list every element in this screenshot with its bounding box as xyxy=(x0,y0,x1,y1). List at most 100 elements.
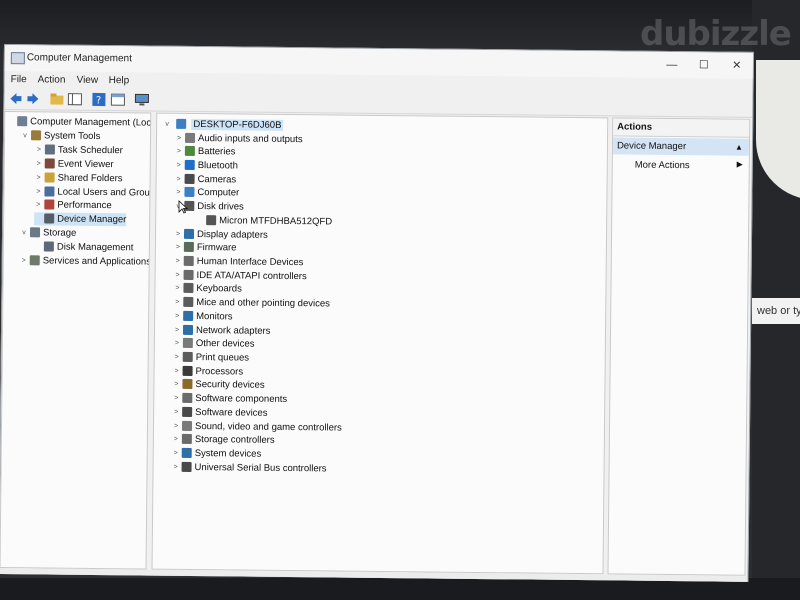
device-category[interactable]: > Network adapters xyxy=(173,323,271,337)
device-category[interactable]: > System devices xyxy=(172,447,262,461)
display-adapter-icon xyxy=(183,228,195,239)
device-category[interactable]: > Mice and other pointing devices xyxy=(173,296,330,311)
device-item[interactable]: Micron MTFDHBA512QFD xyxy=(196,214,332,228)
device-category[interactable]: > Storage controllers xyxy=(172,433,275,447)
help-icon[interactable]: ? xyxy=(91,92,106,107)
console-tree-item[interactable]: > Shared Folders xyxy=(35,171,123,185)
expand-arrow-icon[interactable]: > xyxy=(173,351,181,364)
collapse-caret-icon[interactable]: ▲ xyxy=(735,139,743,156)
device-category[interactable]: > Audio inputs and outputs xyxy=(175,131,303,145)
expand-arrow-icon[interactable]: > xyxy=(35,171,43,184)
device-category[interactable]: > Software components xyxy=(172,392,287,406)
menu-file[interactable]: File xyxy=(11,74,27,85)
device-category[interactable]: > Display adapters xyxy=(174,227,268,241)
expand-arrow-icon[interactable]: > xyxy=(172,378,180,391)
expand-arrow-icon[interactable]: > xyxy=(173,337,181,350)
expand-arrow-icon[interactable]: > xyxy=(175,172,183,185)
expand-arrow-icon[interactable]: > xyxy=(173,365,181,378)
disk-drive-icon xyxy=(206,214,217,226)
expand-arrow-icon[interactable]: > xyxy=(174,255,182,268)
device-category[interactable]: > Firmware xyxy=(174,241,237,255)
console-tree-item[interactable]: > Performance xyxy=(34,199,112,213)
console-tree-item[interactable]: > Task Scheduler xyxy=(35,143,123,157)
tree-item-label: Software devices xyxy=(195,406,268,419)
device-category[interactable]: > Print queues xyxy=(173,351,249,365)
battery-icon xyxy=(184,146,195,157)
expand-arrow-icon[interactable]: > xyxy=(174,186,182,199)
console-tree-item[interactable]: Disk Management xyxy=(34,240,134,254)
expand-arrow-icon[interactable]: > xyxy=(34,199,42,212)
expand-arrow-icon[interactable]: > xyxy=(172,406,180,419)
expand-arrow-icon[interactable]: > xyxy=(174,268,182,281)
collapse-arrow-icon[interactable]: v xyxy=(163,118,171,131)
expand-arrow-icon[interactable]: > xyxy=(174,227,182,240)
expand-arrow-icon[interactable]: > xyxy=(172,433,180,446)
device-category[interactable]: > Computer xyxy=(174,186,239,200)
device-category[interactable]: > Human Interface Devices xyxy=(174,255,304,269)
collapse-arrow-icon[interactable]: v xyxy=(20,226,28,239)
tree-item-label: Computer Management (Local) xyxy=(30,116,152,129)
monitor-icon[interactable] xyxy=(134,92,149,107)
expand-arrow-icon[interactable]: > xyxy=(35,143,43,156)
tree-item-label: Storage xyxy=(42,227,77,239)
menu-help[interactable]: Help xyxy=(109,75,130,86)
console-tree-item[interactable]: > Event Viewer xyxy=(35,157,114,171)
expand-arrow-icon[interactable]: > xyxy=(175,159,183,172)
expand-arrow-icon[interactable]: > xyxy=(172,447,180,460)
console-tree-item[interactable]: Device Manager xyxy=(34,212,127,227)
expand-arrow-icon[interactable]: > xyxy=(174,241,182,254)
watermark: dubizzle xyxy=(640,14,792,54)
software-component-icon xyxy=(182,393,193,404)
console-tree-item[interactable]: > Services and Applications xyxy=(20,254,151,268)
console-tree-item[interactable]: v System Tools xyxy=(21,129,100,143)
security-icon xyxy=(182,379,193,390)
expand-arrow-icon[interactable]: > xyxy=(172,419,180,432)
menu-action[interactable]: Action xyxy=(38,74,66,85)
tree-item-label: Services and Applications xyxy=(42,255,152,268)
up-folder-icon[interactable] xyxy=(49,91,64,106)
tree-item-label: Micron MTFDHBA512QFD xyxy=(219,215,333,228)
device-category[interactable]: > Processors xyxy=(173,365,244,379)
expand-arrow-icon[interactable]: > xyxy=(175,145,183,158)
device-category[interactable]: > Batteries xyxy=(175,145,236,159)
menu-view[interactable]: View xyxy=(77,75,99,86)
expand-arrow-icon[interactable]: > xyxy=(35,157,43,170)
expand-arrow-icon[interactable]: > xyxy=(175,131,183,144)
device-category[interactable]: > Universal Serial Bus controllers xyxy=(172,461,327,476)
expand-arrow-icon[interactable]: > xyxy=(173,323,181,336)
maximize-button[interactable]: ☐ xyxy=(693,56,715,74)
tree-item-label: Firmware xyxy=(196,242,237,254)
device-tree-root[interactable]: v DESKTOP-F6DJ60B xyxy=(163,118,284,132)
console-tree-icon[interactable] xyxy=(67,92,82,107)
device-category[interactable]: > IDE ATA/ATAPI controllers xyxy=(174,268,307,282)
actions-section-device-manager[interactable]: Device Manager ▲ xyxy=(612,137,750,156)
device-category[interactable]: > Cameras xyxy=(175,172,237,186)
device-category[interactable]: > Sound, video and game controllers xyxy=(172,419,342,434)
system-tools-icon xyxy=(30,130,42,141)
expand-arrow-icon[interactable]: > xyxy=(34,185,42,198)
expand-arrow-icon[interactable]: > xyxy=(173,282,181,295)
device-category[interactable]: > Software devices xyxy=(172,406,268,420)
expand-arrow-icon[interactable]: > xyxy=(172,392,180,405)
device-category[interactable]: > Keyboards xyxy=(173,282,242,296)
close-button[interactable]: ✕ xyxy=(726,57,748,75)
collapse-arrow-icon[interactable]: v xyxy=(21,129,29,142)
properties-icon[interactable] xyxy=(110,92,125,107)
firmware-icon xyxy=(183,242,194,253)
device-category[interactable]: > Bluetooth xyxy=(175,159,238,173)
tree-item-label: Event Viewer xyxy=(57,158,114,170)
console-tree-item[interactable]: > Local Users and Groups xyxy=(34,185,151,199)
expand-arrow-icon[interactable]: > xyxy=(20,254,28,267)
expand-arrow-icon[interactable]: > xyxy=(172,461,180,474)
minimize-button[interactable]: — xyxy=(661,56,683,74)
console-tree-item[interactable]: Computer Management (Local) xyxy=(7,115,151,130)
back-arrow-icon[interactable] xyxy=(8,91,23,106)
device-category[interactable]: > Security devices xyxy=(172,378,265,392)
forward-arrow-icon[interactable] xyxy=(25,91,40,106)
expand-arrow-icon[interactable]: > xyxy=(173,296,181,309)
device-category[interactable]: > Other devices xyxy=(173,337,255,351)
expand-arrow-icon[interactable]: > xyxy=(173,310,181,323)
device-category[interactable]: > Monitors xyxy=(173,310,233,324)
console-tree-item[interactable]: v Storage xyxy=(20,226,76,240)
more-actions-item[interactable]: More Actions xyxy=(635,160,690,172)
